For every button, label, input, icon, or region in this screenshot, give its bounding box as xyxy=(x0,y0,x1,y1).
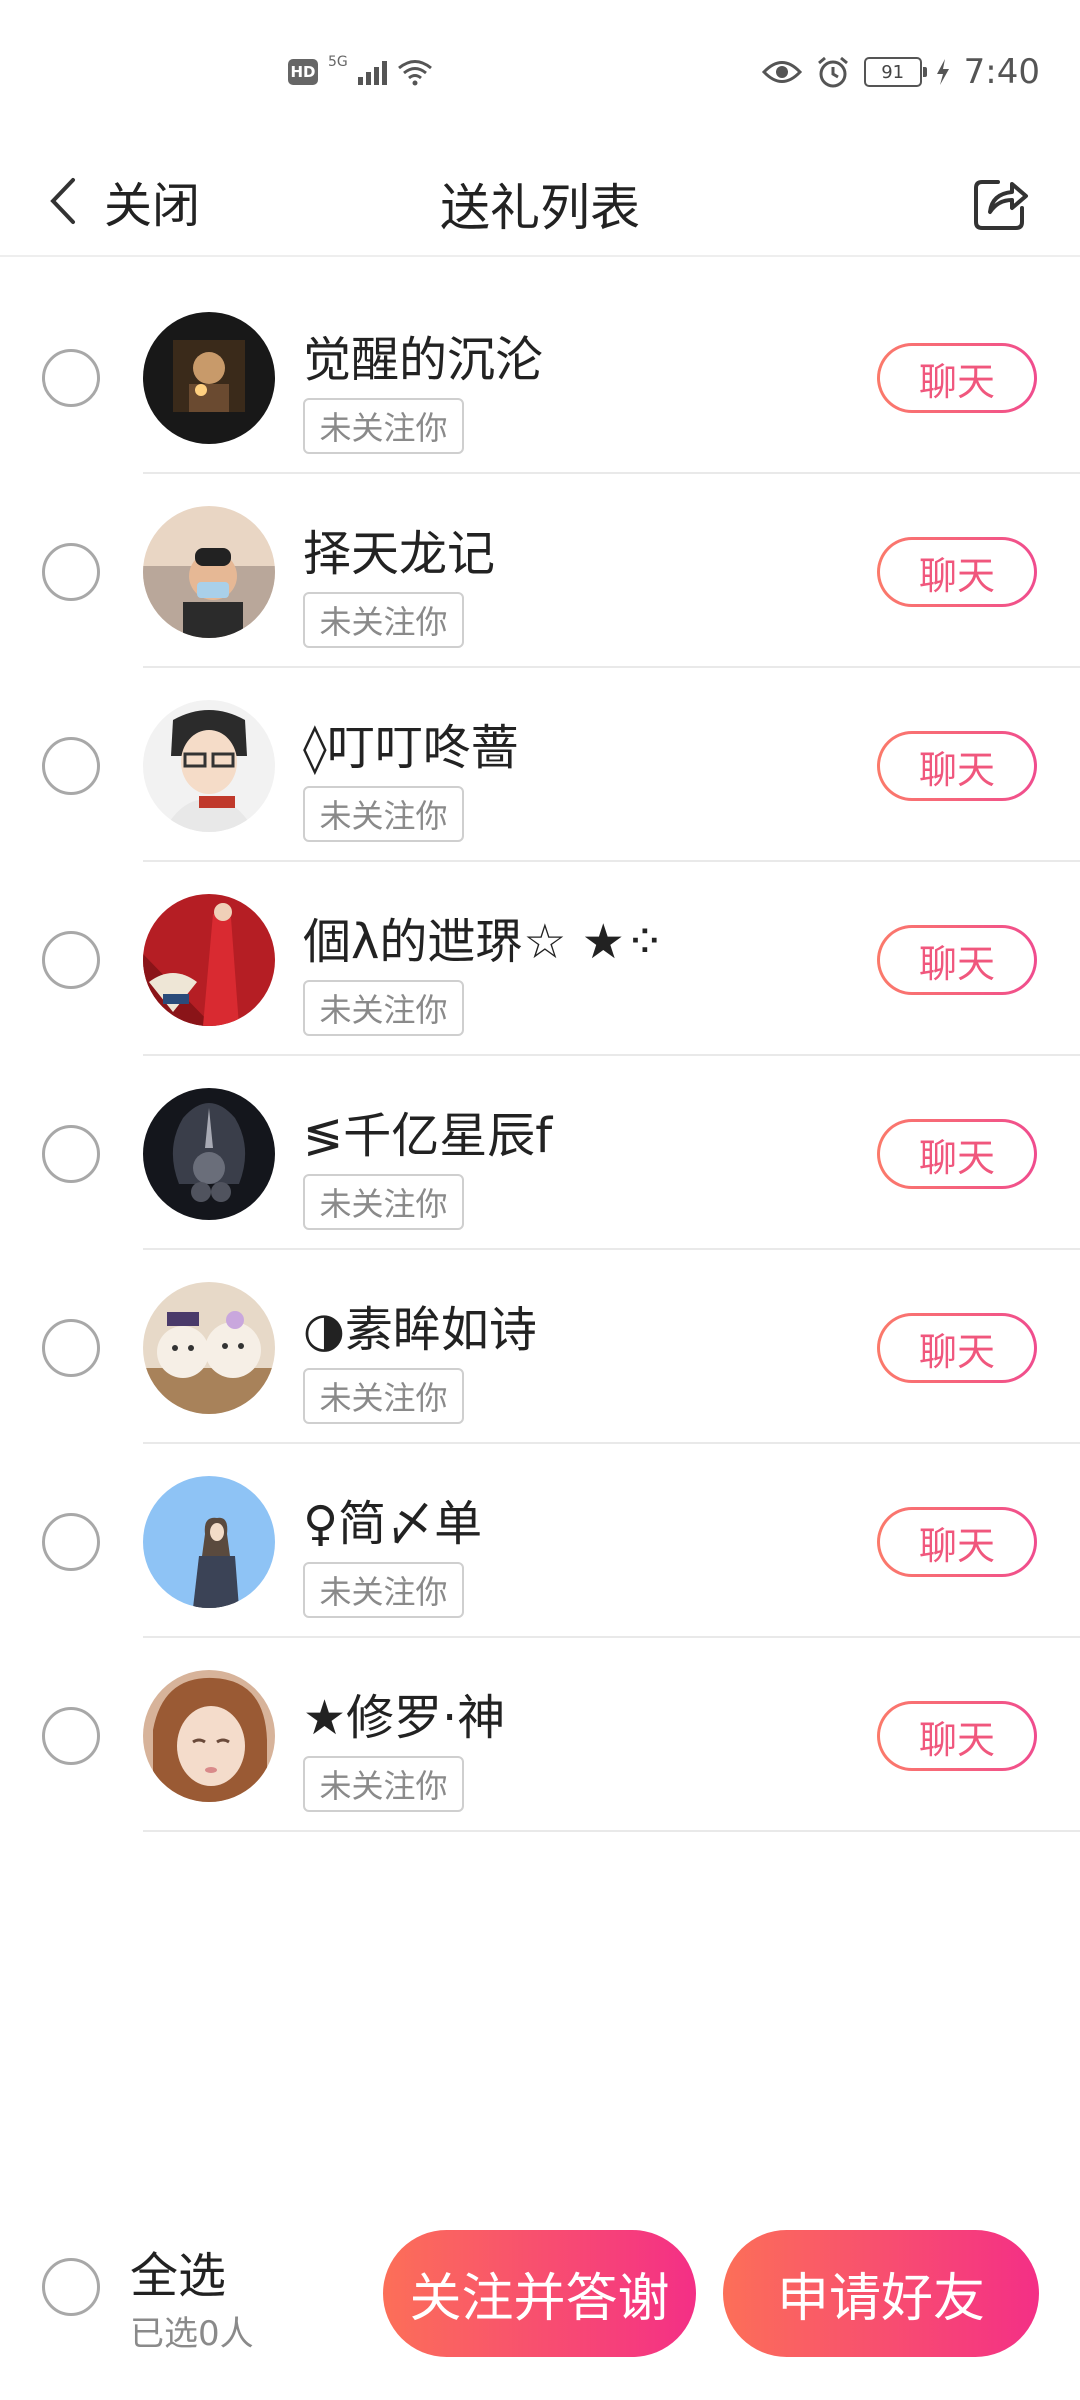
follow-status-tag: 未关注你 xyxy=(303,1756,464,1812)
list-item: ♀简〆单 未关注你 聊天 xyxy=(0,1444,1080,1638)
chat-button[interactable]: 聊天 xyxy=(877,343,1037,413)
eye-icon xyxy=(761,61,802,83)
status-left: HD 5G xyxy=(288,54,433,86)
selected-count: 已选0人 xyxy=(130,2314,254,2354)
battery-level: 91 xyxy=(881,61,905,83)
signal-icon xyxy=(357,59,387,85)
bottom-action-bar: 全选 已选0人 关注并答谢 申请好友 xyxy=(0,2208,1080,2398)
battery-icon: 91 xyxy=(863,57,927,87)
select-radio[interactable] xyxy=(42,931,100,989)
follow-status-tag: 未关注你 xyxy=(303,1368,464,1424)
status-bar: HD 5G 91 7:40 xyxy=(0,0,1080,150)
clock: 7:40 xyxy=(963,52,1040,92)
user-name: ◊叮叮咚蔷 xyxy=(303,720,519,776)
select-radio[interactable] xyxy=(42,543,100,601)
avatar[interactable] xyxy=(143,700,275,832)
follow-status-tag: 未关注你 xyxy=(303,1562,464,1618)
select-radio[interactable] xyxy=(42,349,100,407)
nav-header: 关闭 送礼列表 xyxy=(0,150,1080,257)
list-item: 择天龙记 未关注你 聊天 xyxy=(0,474,1080,668)
follow-status-tag: 未关注你 xyxy=(303,398,464,454)
follow-status-tag: 未关注你 xyxy=(303,1174,464,1230)
chat-button[interactable]: 聊天 xyxy=(877,1313,1037,1383)
user-name: 择天龙记 xyxy=(303,526,496,582)
chat-button[interactable]: 聊天 xyxy=(877,537,1037,607)
list-item: 觉醒的沉沦 未关注你 聊天 xyxy=(0,280,1080,474)
chat-label: 聊天 xyxy=(880,1316,1034,1380)
chat-button[interactable]: 聊天 xyxy=(877,1701,1037,1771)
gift-list-screen: HD 5G 91 7:40 关闭 送礼列表 觉醒的沉沦 未关注你 聊天 择天龙记… xyxy=(0,0,1080,2400)
list-item: ★修罗·神 未关注你 聊天 xyxy=(0,1638,1080,1832)
select-radio[interactable] xyxy=(42,737,100,795)
user-name: ◑素眸如诗 xyxy=(303,1302,537,1358)
chat-label: 聊天 xyxy=(880,1510,1034,1574)
follow-status-tag: 未关注你 xyxy=(303,786,464,842)
list-item: ◊叮叮咚蔷 未关注你 聊天 xyxy=(0,668,1080,862)
charging-icon xyxy=(936,59,949,85)
share-icon xyxy=(974,180,1028,230)
chat-button[interactable]: 聊天 xyxy=(877,925,1037,995)
avatar[interactable] xyxy=(143,1476,275,1608)
avatar[interactable] xyxy=(143,312,275,444)
chat-label: 聊天 xyxy=(880,346,1034,410)
chat-label: 聊天 xyxy=(880,1122,1034,1186)
follow-and-thank-button[interactable]: 关注并答谢 xyxy=(383,2230,696,2357)
list-item: 個λ的迣琾☆ ★⁘ 未关注你 聊天 xyxy=(0,862,1080,1056)
chat-label: 聊天 xyxy=(880,1704,1034,1768)
chat-button[interactable]: 聊天 xyxy=(877,1507,1037,1577)
list-item: ≶千亿星辰f 未关注你 聊天 xyxy=(0,1056,1080,1250)
select-radio[interactable] xyxy=(42,1125,100,1183)
user-name: ≶千亿星辰f xyxy=(303,1108,553,1164)
chat-button[interactable]: 聊天 xyxy=(877,1119,1037,1189)
status-right: 91 7:40 xyxy=(761,52,1040,92)
avatar[interactable] xyxy=(143,1670,275,1802)
user-name: ★修罗·神 xyxy=(303,1690,506,1746)
gift-sender-list: 觉醒的沉沦 未关注你 聊天 择天龙记 未关注你 聊天 ◊叮叮咚蔷 未关注你 聊天 xyxy=(0,280,1080,1832)
chat-label: 聊天 xyxy=(880,928,1034,992)
select-radio[interactable] xyxy=(42,1707,100,1765)
follow-status-tag: 未关注你 xyxy=(303,592,464,648)
wifi-icon xyxy=(397,60,432,86)
page-title: 送礼列表 xyxy=(440,179,640,237)
network-type: 5G xyxy=(328,54,348,70)
user-name: 個λ的迣琾☆ ★⁘ xyxy=(303,914,665,970)
list-item: ◑素眸如诗 未关注你 聊天 xyxy=(0,1250,1080,1444)
user-name: ♀简〆单 xyxy=(303,1496,483,1552)
chat-label: 聊天 xyxy=(880,540,1034,604)
select-all-label[interactable]: 全选 xyxy=(130,2236,226,2306)
follow-status-tag: 未关注你 xyxy=(303,980,464,1036)
select-radio[interactable] xyxy=(42,1319,100,1377)
select-all-radio[interactable] xyxy=(42,2258,100,2316)
share-button[interactable] xyxy=(970,172,1032,234)
add-friend-button[interactable]: 申请好友 xyxy=(723,2230,1039,2357)
hd-icon: HD xyxy=(288,59,318,85)
user-name: 觉醒的沉沦 xyxy=(303,332,544,388)
avatar[interactable] xyxy=(143,506,275,638)
select-radio[interactable] xyxy=(42,1513,100,1571)
chat-label: 聊天 xyxy=(880,734,1034,798)
alarm-icon xyxy=(817,56,848,88)
avatar[interactable] xyxy=(143,894,275,1026)
avatar[interactable] xyxy=(143,1088,275,1220)
avatar[interactable] xyxy=(143,1282,275,1414)
chat-button[interactable]: 聊天 xyxy=(877,731,1037,801)
divider xyxy=(143,1830,1080,1832)
